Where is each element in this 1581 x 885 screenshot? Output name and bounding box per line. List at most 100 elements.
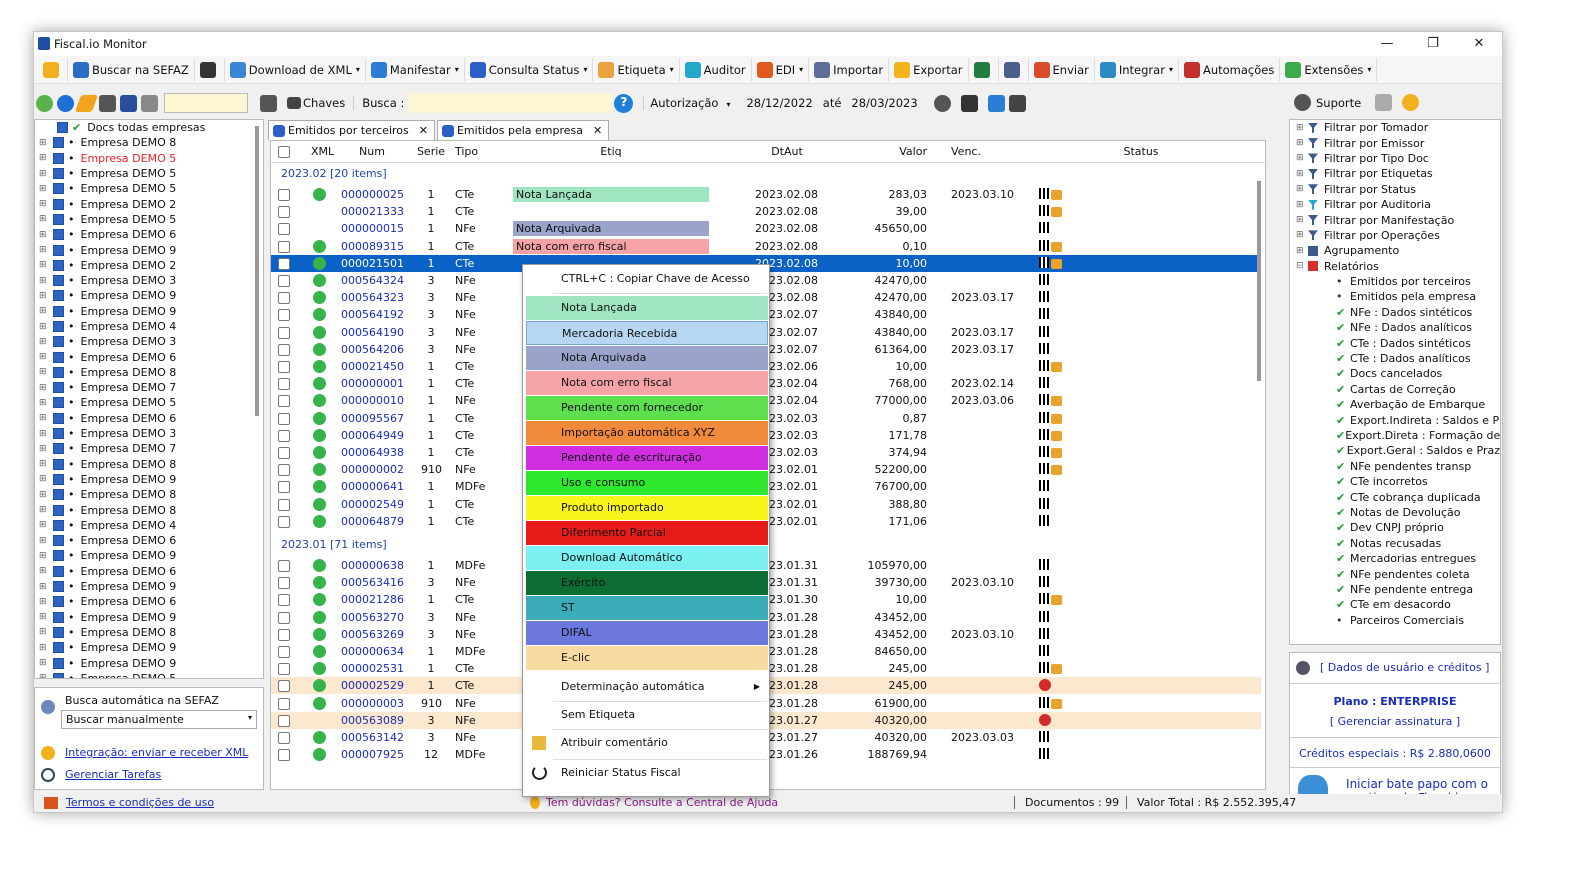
tree-company[interactable]: ⊞ • Empresa DEMO 6	[35, 227, 263, 242]
filter-node[interactable]: ⊞ Filtrar por Tipo Doc	[1290, 151, 1500, 166]
table-row[interactable]: 000089315 1 CTe Nota com erro fiscal 2023.02…	[271, 238, 1261, 255]
report-item[interactable]: ✔ NFe : Dados analíticos	[1290, 320, 1500, 335]
date-filter-select[interactable]: Autorização ▾	[643, 96, 730, 110]
expand-icon[interactable]: ⊞	[39, 398, 49, 408]
report-item[interactable]: ✔ Averbação de Embarque	[1290, 397, 1500, 412]
expand-icon[interactable]: ⊞	[1296, 123, 1306, 133]
company-checkbox[interactable]	[53, 519, 64, 531]
close-tab-icon[interactable]: ✕	[419, 124, 428, 137]
company-checkbox[interactable]	[53, 611, 64, 623]
expand-icon[interactable]	[987, 94, 1005, 112]
column-header[interactable]: Valor	[857, 145, 927, 158]
company-checkbox[interactable]	[53, 168, 64, 180]
edit-icon[interactable]	[74, 94, 99, 112]
row-checkbox[interactable]	[278, 361, 290, 373]
company-checkbox[interactable]	[53, 443, 64, 455]
company-checkbox[interactable]	[53, 550, 64, 562]
row-checkbox[interactable]	[278, 429, 290, 442]
expand-icon[interactable]: ⊞	[39, 138, 49, 148]
report-item[interactable]: • Emitidos pela empresa	[1290, 289, 1500, 304]
report-item[interactable]: ✔ NFe pendentes coleta	[1290, 566, 1500, 581]
row-checkbox[interactable]	[278, 560, 290, 572]
doc-number[interactable]: 000563416	[341, 576, 404, 589]
filter-node[interactable]: ⊟ Relatórios	[1290, 259, 1500, 274]
company-checkbox[interactable]	[53, 672, 64, 678]
company-checkbox[interactable]	[53, 321, 64, 332]
expand-icon[interactable]: ⊞	[39, 184, 49, 194]
row-checkbox[interactable]	[278, 240, 290, 253]
tree-company[interactable]: ⊞ • Empresa DEMO 9	[35, 548, 263, 563]
expand-icon[interactable]: ⊞	[39, 429, 49, 439]
report-item[interactable]: ✔ Export.Direta : Formação de	[1290, 428, 1500, 443]
row-checkbox[interactable]	[278, 309, 290, 322]
filter-node[interactable]: ⊞ Filtrar por Emissor	[1290, 135, 1500, 150]
company-checkbox[interactable]	[53, 137, 64, 149]
doc-number[interactable]: 000563089	[341, 714, 404, 727]
company-checkbox[interactable]	[53, 382, 64, 394]
report-item[interactable]: • Emitidos por terceiros	[1290, 274, 1500, 289]
company-checkbox[interactable]	[53, 305, 64, 317]
tree-company[interactable]: ⊞ • Empresa DEMO 8	[35, 502, 263, 517]
report-item[interactable]: • Parceiros Comerciais	[1290, 613, 1500, 628]
doc-number[interactable]: 000007925	[341, 748, 404, 761]
tag-option[interactable]: Nota com erro fiscal	[526, 371, 768, 395]
manage-subscription-link[interactable]: [ Gerenciar assinatura ]	[1290, 715, 1500, 728]
table-row[interactable]: 000021333 1 CTe 2023.02.08 39,00	[271, 203, 1261, 220]
sort-icon[interactable]	[120, 94, 137, 112]
row-checkbox[interactable]	[278, 223, 290, 236]
expand-icon[interactable]: ⊞	[39, 444, 49, 454]
restore-button[interactable]: ❐	[1418, 34, 1448, 54]
expand-icon[interactable]: ⊞	[39, 582, 49, 592]
search-input[interactable]	[408, 93, 613, 113]
tree-company[interactable]: ⊞ • Empresa DEMO 9	[35, 288, 263, 303]
row-checkbox[interactable]	[278, 326, 290, 339]
company-checkbox[interactable]	[53, 504, 64, 516]
row-checkbox[interactable]	[278, 628, 290, 641]
tree-company[interactable]: ⊞ • Empresa DEMO 4	[35, 518, 263, 533]
tree-company[interactable]: ⊞ • Empresa DEMO 3	[35, 334, 263, 349]
tree-company[interactable]: ⊞ • Empresa DEMO 8	[35, 365, 263, 380]
company-checkbox[interactable]	[53, 244, 64, 256]
list-button[interactable]	[195, 57, 225, 82]
company-checkbox[interactable]	[53, 397, 64, 409]
filter-node[interactable]: ⊞ Filtrar por Manifestação	[1290, 212, 1500, 227]
filter-node[interactable]: ⊞ Filtrar por Tomador	[1290, 120, 1500, 135]
doc-number[interactable]: 000000003	[341, 697, 404, 710]
company-checkbox[interactable]	[53, 458, 64, 470]
tree-company[interactable]: ⊞ • Empresa DEMO 9	[35, 242, 263, 257]
doc-number[interactable]: 000002531	[341, 662, 404, 675]
download-de-xml-button[interactable]: Download de XML ▾	[225, 57, 366, 82]
company-checkbox[interactable]	[53, 152, 64, 164]
tag-option[interactable]: Download Automático	[526, 546, 768, 570]
tree-company[interactable]: ⊞ • Empresa DEMO 9	[35, 472, 263, 487]
doc-number[interactable]: 000021501	[341, 257, 404, 270]
company-checkbox[interactable]	[53, 290, 64, 302]
tree-company[interactable]: ⊞ • Empresa DEMO 8	[35, 487, 263, 502]
expand-icon[interactable]: ⊞	[1296, 230, 1306, 240]
expand-icon[interactable]: ⊞	[1296, 246, 1306, 256]
doc-number[interactable]: 000000638	[341, 559, 404, 572]
report-item[interactable]: ✔ Cartas de Correção	[1290, 382, 1500, 397]
doc-number[interactable]: 000564206	[341, 343, 404, 356]
tag-option[interactable]: Nota Lançada	[526, 296, 768, 320]
company-checkbox[interactable]	[53, 412, 64, 424]
tag-option[interactable]: Pendente de escrituração	[526, 446, 768, 470]
column-header[interactable]: Status	[1031, 145, 1251, 158]
trash-icon[interactable]	[99, 94, 116, 112]
company-checkbox[interactable]	[53, 565, 64, 577]
tag-option[interactable]: Nota Arquivada	[526, 346, 768, 370]
tree-company[interactable]: ⊞ • Empresa DEMO 3	[35, 273, 263, 288]
auto-search-select[interactable]: Buscar manualmente ▾	[61, 710, 257, 729]
tree-company[interactable]: ⊞ • Empresa DEMO 8	[35, 457, 263, 472]
company-checkbox[interactable]	[53, 366, 64, 378]
doc-number[interactable]: 000564323	[341, 291, 404, 304]
expand-icon[interactable]: ⊞	[39, 352, 49, 362]
grid-scrollbar[interactable]	[1257, 181, 1261, 381]
tree-company[interactable]: ⊞ • Empresa DEMO 5	[35, 212, 263, 227]
row-checkbox[interactable]	[278, 646, 290, 658]
company-checkbox[interactable]	[53, 581, 64, 593]
expand-icon[interactable]: ⊞	[39, 245, 49, 255]
importar-button[interactable]: Importar	[809, 57, 890, 82]
date-from[interactable]: 28/12/2022	[746, 96, 812, 110]
settings-icon[interactable]	[1402, 94, 1420, 111]
